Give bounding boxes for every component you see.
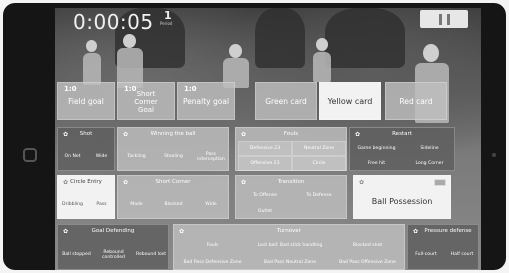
- tile-label: Short Corner Goal: [134, 90, 158, 115]
- clover-icon: ✿: [359, 179, 365, 186]
- ball-possession-tile[interactable]: ✿ Ball Possession: [353, 175, 451, 219]
- short-corner-group: ✿ Short Corner Made Blocked Wide: [117, 175, 229, 219]
- free-hit-button[interactable]: Free hit: [350, 156, 403, 171]
- group-title: Restart: [392, 131, 412, 137]
- penalty-goal-tile[interactable]: 1:0 Penalty goal: [177, 82, 235, 120]
- stealing-button[interactable]: Stealing: [155, 142, 192, 172]
- turnover-group: ✿ Turnover Fouls Lost ball: Bad stick ha…: [173, 224, 405, 270]
- player-figure: [313, 52, 331, 82]
- ball-stopped-button[interactable]: Ball stopped: [58, 239, 95, 270]
- score-label: 1:0: [184, 85, 197, 93]
- dribbling-button[interactable]: Dribbling: [58, 190, 87, 220]
- game-beginning-button[interactable]: Game beginning: [350, 141, 403, 156]
- yellow-card-tile[interactable]: Yellow card: [319, 82, 381, 120]
- flag-icon: [434, 179, 446, 186]
- transition-group: ✿ Transition To Offense To Defense Outle…: [235, 175, 347, 219]
- app-screen: 0:00:05 1 Period 1:0 Field goal 1:0 Shor…: [55, 8, 481, 270]
- player-figure: [423, 44, 439, 62]
- player-figure: [123, 34, 136, 48]
- group-title: Short Corner: [155, 179, 191, 185]
- to-offense-button[interactable]: To Offense: [238, 188, 292, 203]
- tile-label: Red card: [399, 96, 433, 106]
- group-title: Circle Entry: [70, 179, 102, 185]
- group-title: Transition: [277, 179, 305, 185]
- tile-label: Green card: [265, 96, 307, 106]
- lost-ball-button[interactable]: Lost ball: Bad stick handling: [251, 237, 329, 254]
- camera-dot: [492, 153, 496, 157]
- made-button[interactable]: Made: [118, 190, 155, 220]
- circle-button[interactable]: Circle: [292, 156, 346, 171]
- group-title: Goal Defending: [91, 228, 135, 234]
- defensive-23-button[interactable]: Defensive 23: [238, 141, 292, 156]
- short-corner-goal-tile[interactable]: 1:0 Short Corner Goal: [117, 82, 175, 120]
- sideline-button[interactable]: Sideline: [403, 141, 456, 156]
- pass-button[interactable]: Pass: [87, 190, 116, 220]
- tile-label: Penalty goal: [182, 96, 230, 106]
- green-card-tile[interactable]: Green card: [255, 82, 317, 120]
- tackling-button[interactable]: Tackling: [118, 142, 155, 172]
- game-timer: 0:00:05: [73, 10, 154, 34]
- shot-wide-button[interactable]: Wide: [87, 142, 116, 172]
- offensive-23-button[interactable]: Offensive 23: [238, 156, 292, 171]
- player-figure: [229, 44, 242, 58]
- period-label: Period: [160, 21, 173, 26]
- field-goal-tile[interactable]: 1:0 Field goal: [57, 82, 115, 120]
- full-court-button[interactable]: Full-court: [408, 239, 444, 270]
- pause-button[interactable]: [420, 10, 468, 28]
- group-title: Pressure defense: [424, 228, 472, 234]
- group-title: Shot: [79, 131, 93, 137]
- bad-pass-defensive-button[interactable]: Bad Pass Defensive Zone: [174, 254, 251, 270]
- blocked-shot-button[interactable]: Blocked shot: [329, 237, 406, 254]
- circle-entry-group: ✿ Circle Entry Dribbling Pass: [57, 175, 115, 219]
- shot-on-net-button[interactable]: On Net: [58, 142, 87, 172]
- turnover-fouls-button[interactable]: Fouls: [174, 237, 251, 254]
- red-card-tile[interactable]: Red card: [385, 82, 447, 120]
- tile-label: Yellow card: [327, 96, 373, 106]
- tree-silhouette: [325, 8, 405, 68]
- tree-silhouette: [255, 8, 305, 68]
- outlet-button[interactable]: Outlet: [238, 204, 292, 219]
- player-figure: [83, 53, 101, 85]
- neutral-zone-button[interactable]: Neutral Zone: [292, 141, 346, 156]
- winning-ball-group: ✿ Winning the ball Tackling Stealing Pas…: [117, 127, 229, 171]
- pressure-defense-group: ✿ Pressure defense Full-court Half court: [407, 224, 479, 270]
- player-figure: [316, 38, 328, 51]
- tablet-frame: 0:00:05 1 Period 1:0 Field goal 1:0 Shor…: [3, 3, 506, 270]
- group-title: Turnover: [277, 228, 301, 234]
- home-button[interactable]: [23, 148, 37, 162]
- wide-button[interactable]: Wide: [192, 190, 230, 220]
- long-corner-button[interactable]: Long Corner: [403, 156, 456, 171]
- rebound-controlled-button[interactable]: Rebound controlled: [95, 239, 132, 270]
- tile-label: Ball Possession: [371, 197, 433, 207]
- blocked-button[interactable]: Blocked: [155, 190, 192, 220]
- shot-group: ✿ Shot On Net Wide: [57, 127, 115, 171]
- score-label: 1:0: [64, 85, 77, 93]
- rebound-lost-button[interactable]: Rebound lost: [132, 239, 170, 270]
- tile-label: Field goal: [68, 96, 104, 106]
- to-defense-button[interactable]: To Defense: [292, 188, 346, 203]
- group-title: Winning the ball: [150, 131, 196, 137]
- player-figure: [86, 40, 97, 52]
- goal-defending-group: ✿ Goal Defending Ball stopped Rebound co…: [57, 224, 169, 270]
- bad-pass-neutral-button[interactable]: Bad Pass Neutral Zone: [251, 254, 329, 270]
- pass-interception-button[interactable]: Pass interception: [192, 142, 230, 172]
- bad-pass-offensive-button[interactable]: Bad Pass Offensive Zone: [329, 254, 406, 270]
- pause-icon: [446, 13, 450, 25]
- half-court-button[interactable]: Half court: [444, 239, 480, 270]
- group-title: Fouls: [283, 131, 299, 137]
- restart-group: ✿ Restart Game beginning Sideline Free h…: [349, 127, 455, 171]
- pause-icon: [438, 13, 442, 25]
- fouls-group: ✿ Fouls Defensive 23 Neutral Zone Offens…: [235, 127, 347, 171]
